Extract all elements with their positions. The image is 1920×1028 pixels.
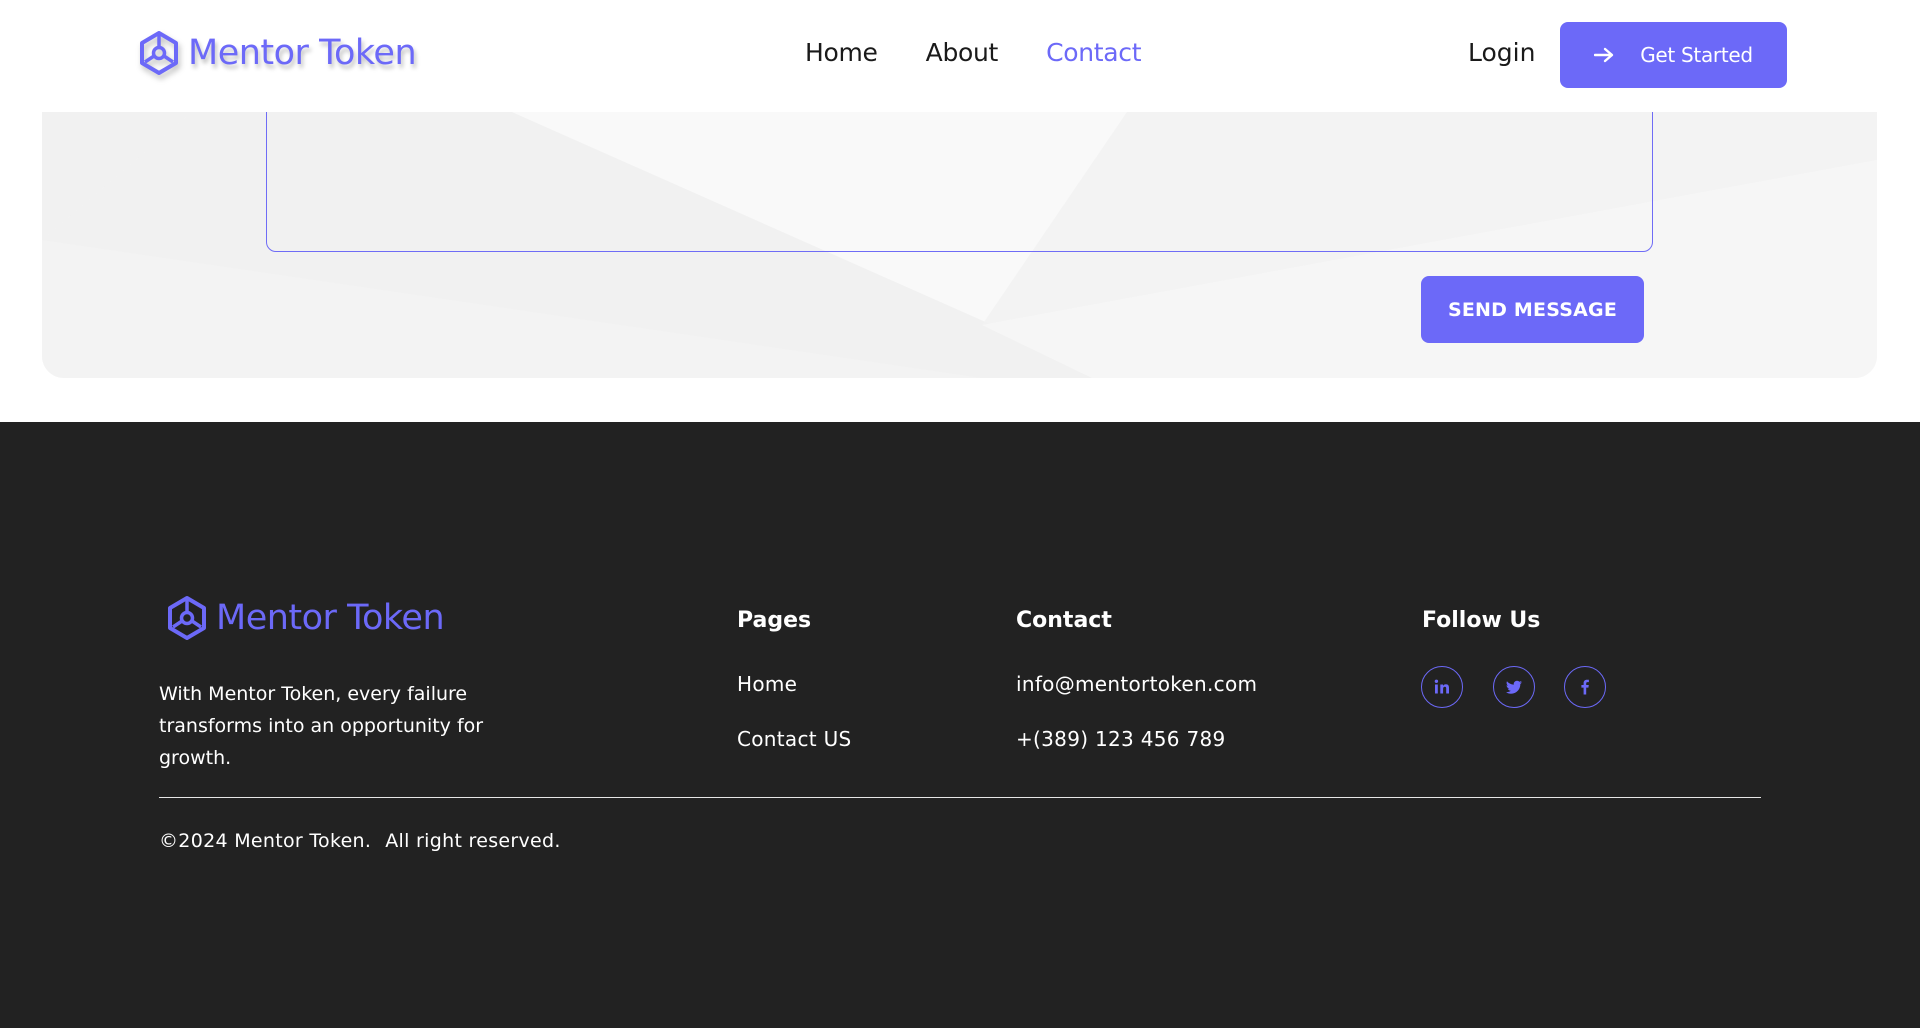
site-header: Mentor Token Home About Contact Login Ge…: [0, 0, 1920, 112]
site-footer: Mentor Token With Mentor Token, every fa…: [0, 422, 1920, 1028]
nav-home[interactable]: Home: [805, 38, 878, 67]
twitter-link[interactable]: [1493, 666, 1535, 708]
hexagon-logo-icon: [168, 596, 206, 640]
contact-title: Contact: [1016, 608, 1112, 633]
footer-link-home[interactable]: Home: [737, 672, 797, 696]
copyright-label: ©2024 Mentor Token.: [159, 830, 372, 852]
contact-phone-link[interactable]: +(389) 123 456 789: [1016, 727, 1226, 751]
footer-tagline: With Mentor Token, every failure transfo…: [159, 683, 484, 769]
login-link[interactable]: Login: [1468, 38, 1535, 67]
facebook-icon: [1581, 679, 1589, 695]
footer-link-contact-us[interactable]: Contact US: [737, 727, 852, 751]
pages-title: Pages: [737, 608, 812, 633]
nav-contact[interactable]: Contact: [1046, 38, 1141, 67]
nav-about[interactable]: About: [926, 38, 999, 67]
footer-brand-link[interactable]: Mentor Token: [166, 595, 445, 641]
twitter-icon: [1506, 680, 1522, 694]
footer-brand-name: Mentor Token: [216, 598, 445, 638]
facebook-link[interactable]: [1564, 666, 1606, 708]
follow-us-title: Follow Us: [1422, 608, 1541, 633]
rights-label: All right reserved.: [385, 830, 561, 852]
hexagon-logo-icon: [140, 31, 178, 75]
get-started-button[interactable]: Get Started: [1560, 22, 1787, 88]
brand-name: Mentor Token: [188, 33, 417, 73]
footer-divider: [159, 797, 1761, 798]
send-message-button[interactable]: SEND MESSAGE: [1421, 276, 1644, 343]
arrow-right-icon: [1594, 47, 1614, 63]
linkedin-link[interactable]: [1421, 666, 1463, 708]
linkedin-icon: [1434, 679, 1449, 694]
contact-email-link[interactable]: info@mentortoken.com: [1016, 672, 1257, 696]
get-started-label: Get Started: [1640, 43, 1753, 67]
brand-logo-link[interactable]: Mentor Token: [138, 30, 417, 76]
main-nav: Home About Contact: [805, 38, 1189, 67]
copyright-text: ©2024 Mentor Token. All right reserved.: [159, 830, 561, 852]
